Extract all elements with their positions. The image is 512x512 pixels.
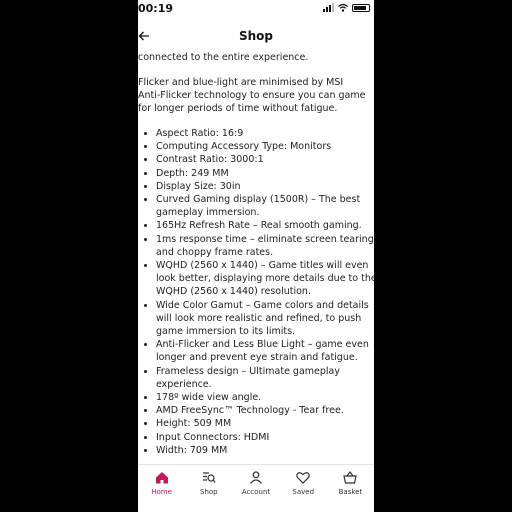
spec-item: Display Size: 30in	[156, 180, 374, 193]
status-bar: 00:19	[138, 0, 374, 20]
status-icons	[323, 3, 370, 12]
tab-saved[interactable]: Saved	[280, 465, 327, 512]
basket-icon	[343, 471, 358, 484]
spec-item: Frameless design – Ultimate gameplay exp…	[156, 365, 374, 391]
phone-screen: 00:19 Shop connected to the entire exper…	[138, 0, 374, 512]
spec-item: Aspect Ratio: 16:9	[156, 127, 374, 140]
spec-item: Curved Gaming display (1500R) – The best…	[156, 193, 374, 219]
heart-icon	[296, 472, 310, 484]
spec-item: WQHD (2560 x 1440) – Game titles will ev…	[156, 259, 374, 299]
wifi-icon	[338, 3, 348, 12]
tab-basket[interactable]: Basket	[327, 465, 374, 512]
tab-account[interactable]: Account	[232, 465, 279, 512]
spec-item: Depth: 249 MM	[156, 167, 374, 180]
signal-icon	[323, 3, 334, 12]
home-icon	[155, 472, 168, 484]
spec-item: Anti-Flicker and Less Blue Light – game …	[156, 338, 374, 364]
tab-home[interactable]: Home	[138, 465, 185, 512]
spec-item: Height: 509 MM	[156, 417, 374, 430]
description-paragraph: Flicker and blue-light are minimised by …	[138, 77, 366, 115]
tab-label: Saved	[292, 488, 315, 496]
spec-item: 1ms response time – eliminate screen tea…	[156, 233, 374, 259]
spec-list: Aspect Ratio: 16:9 Computing Accessory T…	[144, 127, 374, 457]
description-fragment: connected to the entire experience.	[138, 52, 309, 63]
tab-bar: Home Shop Account Saved Basket	[138, 464, 374, 512]
tab-label: Home	[151, 488, 172, 496]
tab-label: Basket	[338, 488, 363, 496]
spec-item: Wide Color Gamut – Game colors and detai…	[156, 299, 374, 339]
nav-bar: Shop	[138, 26, 374, 50]
tab-label: Account	[241, 488, 271, 496]
spec-item: 178º wide view angle.	[156, 391, 374, 404]
search-list-icon	[202, 472, 216, 483]
user-icon	[250, 471, 262, 484]
spec-item: Contrast Ratio: 3000:1	[156, 153, 374, 166]
spec-item: Computing Accessory Type: Monitors	[156, 140, 374, 153]
page-title: Shop	[238, 29, 274, 43]
tab-shop[interactable]: Shop	[185, 465, 232, 512]
spec-item: Input Connectors: HDMI	[156, 431, 374, 444]
spec-item: AMD FreeSync™ Technology - Tear free.	[156, 404, 374, 417]
spec-item: 165Hz Refresh Rate – Real smooth gaming.	[156, 219, 374, 232]
spec-item: Width: 709 MM	[156, 444, 374, 457]
status-time: 00:19	[138, 2, 174, 15]
tab-label: Shop	[200, 488, 218, 496]
battery-icon	[352, 3, 370, 12]
product-description[interactable]: connected to the entire experience. Flic…	[138, 50, 374, 464]
